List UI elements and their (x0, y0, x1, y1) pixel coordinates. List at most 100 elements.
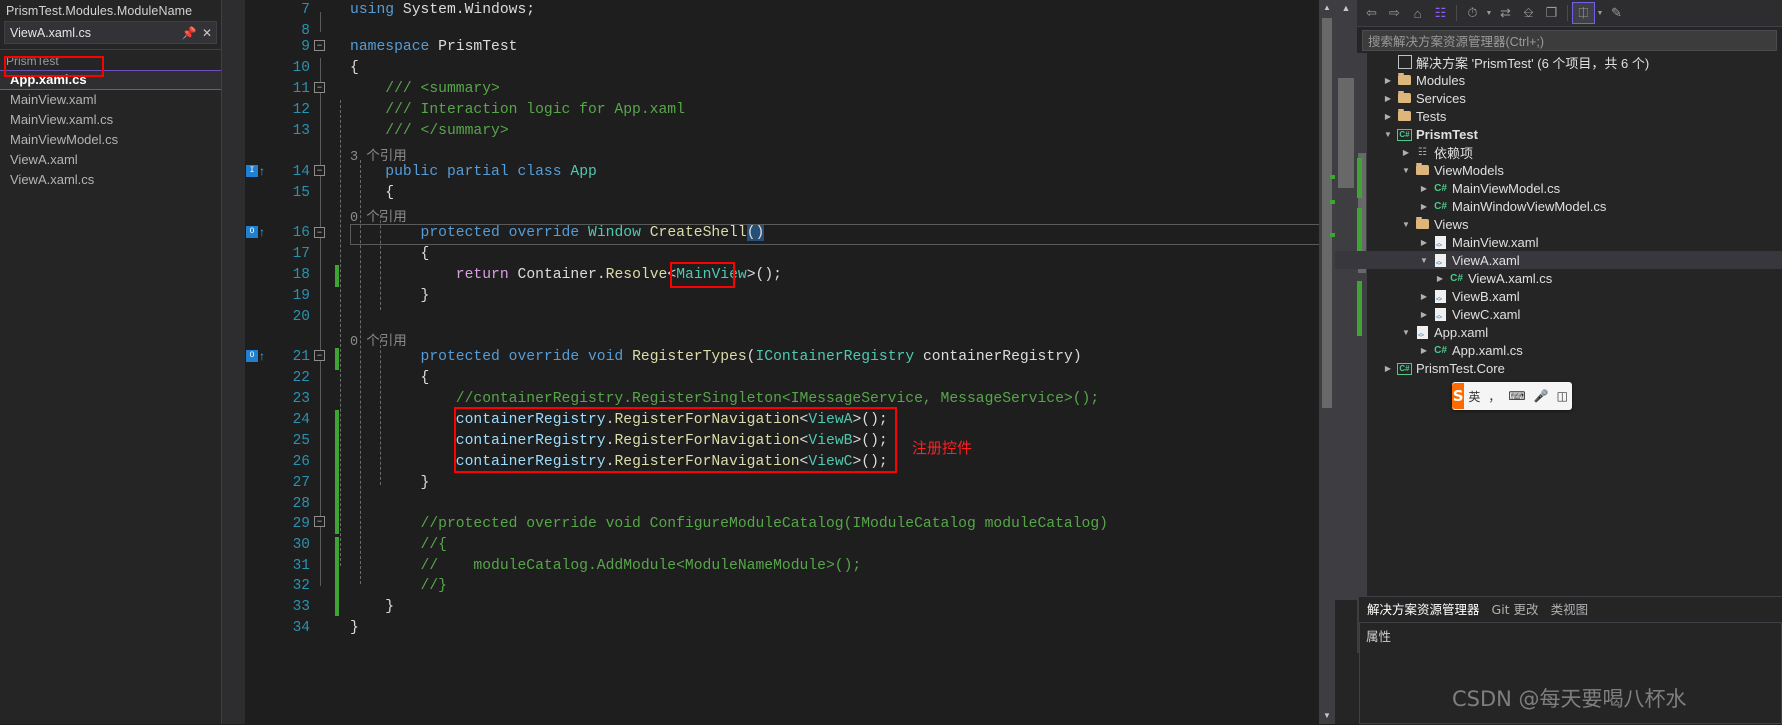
fold-toggle-icon[interactable]: − (314, 227, 325, 238)
tab-class-view[interactable]: 类视图 (1545, 597, 1595, 620)
list-item[interactable]: MainView.xaml.cs (0, 110, 221, 130)
chevron-down-icon[interactable]: ▼ (1484, 10, 1494, 17)
outer-scrollbar-thumb[interactable] (1338, 78, 1354, 188)
properties-icon[interactable]: ⎅ (1572, 2, 1595, 24)
list-item[interactable]: ViewA.xaml (0, 150, 221, 170)
line-number: 30 (292, 537, 310, 553)
fold-toggle-icon[interactable]: − (314, 40, 325, 51)
editor-scrollbar-thumb[interactable] (1322, 18, 1332, 408)
list-item[interactable]: MainViewModel.cs (0, 130, 221, 150)
back-arrow-icon[interactable]: ⇦ (1360, 2, 1383, 24)
list-item[interactable]: ViewA.xaml.cs (0, 170, 221, 190)
list-item[interactable]: App.xaml.cs (0, 70, 221, 90)
line-number: 12 (292, 102, 310, 118)
tree-item-viewc-xaml[interactable]: ▶ ViewC.xaml (1371, 305, 1782, 323)
code-line: /// Interaction logic for App.xaml (350, 102, 685, 118)
pending-changes-filter-icon[interactable]: ⏱ (1461, 2, 1484, 24)
tree-item-label: App.xaml.cs (1452, 342, 1523, 358)
ime-toolbar[interactable]: S 英 ， ⌨ 🎤 ◫ (1452, 382, 1572, 410)
chevron-right-icon[interactable]: ▶ (1417, 292, 1431, 301)
tab-solution-explorer[interactable]: 解决方案资源管理器 (1361, 596, 1486, 620)
code-editor[interactable]: − − − − − − I ↑ O ↑ O ↑ 7 8 9 10 11 12 1… (222, 0, 1335, 724)
chevron-right-icon[interactable]: ▶ (1433, 274, 1447, 283)
close-icon[interactable]: ✕ (198, 26, 216, 40)
tree-item-app-xaml-cs[interactable]: ▶ C# App.xaml.cs (1371, 341, 1782, 359)
chevron-right-icon[interactable]: ▶ (1381, 94, 1395, 103)
list-item[interactable]: MainView.xaml (0, 90, 221, 110)
keyboard-toggle-icon[interactable]: ⌨ (1504, 389, 1529, 403)
chevron-down-icon[interactable]: ▼ (1417, 256, 1431, 265)
editor-scrollbar[interactable]: ▲ ▼ (1319, 0, 1335, 724)
chevron-right-icon[interactable]: ▶ (1381, 364, 1395, 373)
sogou-logo-icon[interactable]: S (1452, 383, 1465, 409)
outer-scrollbar[interactable]: ▲ (1335, 0, 1357, 600)
tree-item-modules[interactable]: ▶ Modules (1371, 71, 1782, 89)
tree-item-app-xaml[interactable]: ▼ App.xaml (1371, 323, 1782, 341)
chevron-right-icon[interactable]: ▶ (1399, 148, 1413, 157)
tree-item-mainview-xaml[interactable]: ▶ MainView.xaml (1371, 233, 1782, 251)
line-number: 21 (292, 349, 310, 365)
comma-period-icon[interactable]: ， (1484, 388, 1504, 405)
fold-toggle-icon[interactable]: − (314, 516, 325, 527)
chevron-down-icon[interactable]: ▼ (1381, 130, 1395, 139)
tree-item-solution[interactable]: 解决方案 'PrismTest' (6 个项目，共 6 个) (1371, 53, 1782, 71)
show-all-files-icon[interactable]: ❐ (1540, 2, 1563, 24)
home-icon[interactable]: ⌂ (1406, 2, 1429, 24)
chevron-right-icon[interactable]: ▶ (1417, 346, 1431, 355)
ime-mode-label[interactable]: 英 (1464, 388, 1484, 405)
chevron-right-icon[interactable]: ▶ (1417, 238, 1431, 247)
fold-toggle-icon[interactable]: − (314, 165, 325, 176)
chevron-down-icon[interactable]: ▼ (1399, 166, 1413, 175)
tree-item-prismtest-project[interactable]: ▼ C# PrismTest (1371, 125, 1782, 143)
chevron-down-icon[interactable]: ▼ (1399, 328, 1413, 337)
chevron-right-icon[interactable]: ▶ (1417, 184, 1431, 193)
codelens-reference-count[interactable]: 3 个引用 (350, 144, 407, 165)
refresh-icon[interactable]: ⇄ (1494, 2, 1517, 24)
tree-item-prismtest-core[interactable]: ▶ C# PrismTest.Core (1371, 359, 1782, 377)
line-number: 10 (292, 60, 310, 76)
tree-item-label: ViewA.xaml.cs (1468, 270, 1553, 286)
panel-icon[interactable]: ◫ (1553, 389, 1572, 403)
fold-toggle-icon[interactable]: − (314, 82, 325, 93)
tree-item-views[interactable]: ▼ Views (1371, 215, 1782, 233)
override-glyph-icon[interactable]: O ↑ (246, 225, 268, 242)
vs-window: PrismTest.Modules.ModuleName ViewA.xaml.… (0, 0, 1782, 725)
tree-item-tests[interactable]: ▶ Tests (1371, 107, 1782, 125)
forward-arrow-icon[interactable]: ⇨ (1383, 2, 1406, 24)
tree-item-mainviewmodel-cs[interactable]: ▶ C# MainViewModel.cs (1371, 179, 1782, 197)
tree-item-mainwindowviewmodel-cs[interactable]: ▶ C# MainWindowViewModel.cs (1371, 197, 1782, 215)
codelens-reference-count[interactable]: 0 个引用 (350, 205, 407, 226)
tree-item-viewa-xaml[interactable]: ▼ ViewA.xaml (1335, 251, 1782, 269)
sync-with-active-document-icon[interactable]: ☷ (1429, 2, 1452, 24)
codelens-reference-count[interactable]: 0 个引用 (350, 329, 407, 350)
chevron-right-icon[interactable]: ▶ (1417, 310, 1431, 319)
tree-item-viewb-xaml[interactable]: ▶ ViewB.xaml (1371, 287, 1782, 305)
search-placeholder: 搜索解决方案资源管理器(Ctrl+;) (1368, 35, 1545, 49)
scroll-up-arrow-icon[interactable]: ▲ (1335, 0, 1357, 16)
tree-item-dependencies[interactable]: ▶ ☷ 依赖项 (1371, 143, 1782, 161)
tree-item-viewmodels[interactable]: ▼ ViewModels (1371, 161, 1782, 179)
tab-git-changes[interactable]: Git 更改 (1486, 597, 1545, 620)
mic-icon[interactable]: 🎤 (1530, 389, 1553, 403)
tree-item-services[interactable]: ▶ Services (1371, 89, 1782, 107)
fold-toggle-icon[interactable]: − (314, 350, 325, 361)
search-input[interactable]: 搜索解决方案资源管理器(Ctrl+;) (1362, 30, 1777, 51)
chevron-down-icon[interactable]: ▼ (1595, 10, 1605, 17)
tree-scrollbar[interactable] (1357, 53, 1367, 653)
scroll-down-arrow-icon[interactable]: ▼ (1319, 708, 1335, 724)
document-selector-combo[interactable]: ViewA.xaml.cs 📌 ✕ (4, 21, 217, 44)
tree-item-viewa-xaml-cs[interactable]: ▶ C# ViewA.xaml.cs (1371, 269, 1782, 287)
scroll-up-arrow-icon[interactable]: ▲ (1319, 0, 1335, 16)
watermark: CSDN @每天要喝八杯水 (1452, 687, 1687, 711)
inheritance-glyph-icon[interactable]: I ↑ (246, 164, 268, 181)
chevron-right-icon[interactable]: ▶ (1417, 202, 1431, 211)
pin-icon[interactable]: 📌 (180, 26, 198, 40)
preview-icon[interactable]: ✎ (1605, 2, 1628, 24)
chevron-right-icon[interactable]: ▶ (1381, 112, 1395, 121)
xaml-icon (1431, 289, 1450, 303)
chevron-right-icon[interactable]: ▶ (1381, 76, 1395, 85)
collapse-all-icon[interactable]: ⎒ (1517, 2, 1540, 24)
tree-item-label: MainViewModel.cs (1452, 180, 1561, 196)
chevron-down-icon[interactable]: ▼ (1399, 220, 1413, 229)
override-glyph-icon[interactable]: O ↑ (246, 349, 268, 366)
